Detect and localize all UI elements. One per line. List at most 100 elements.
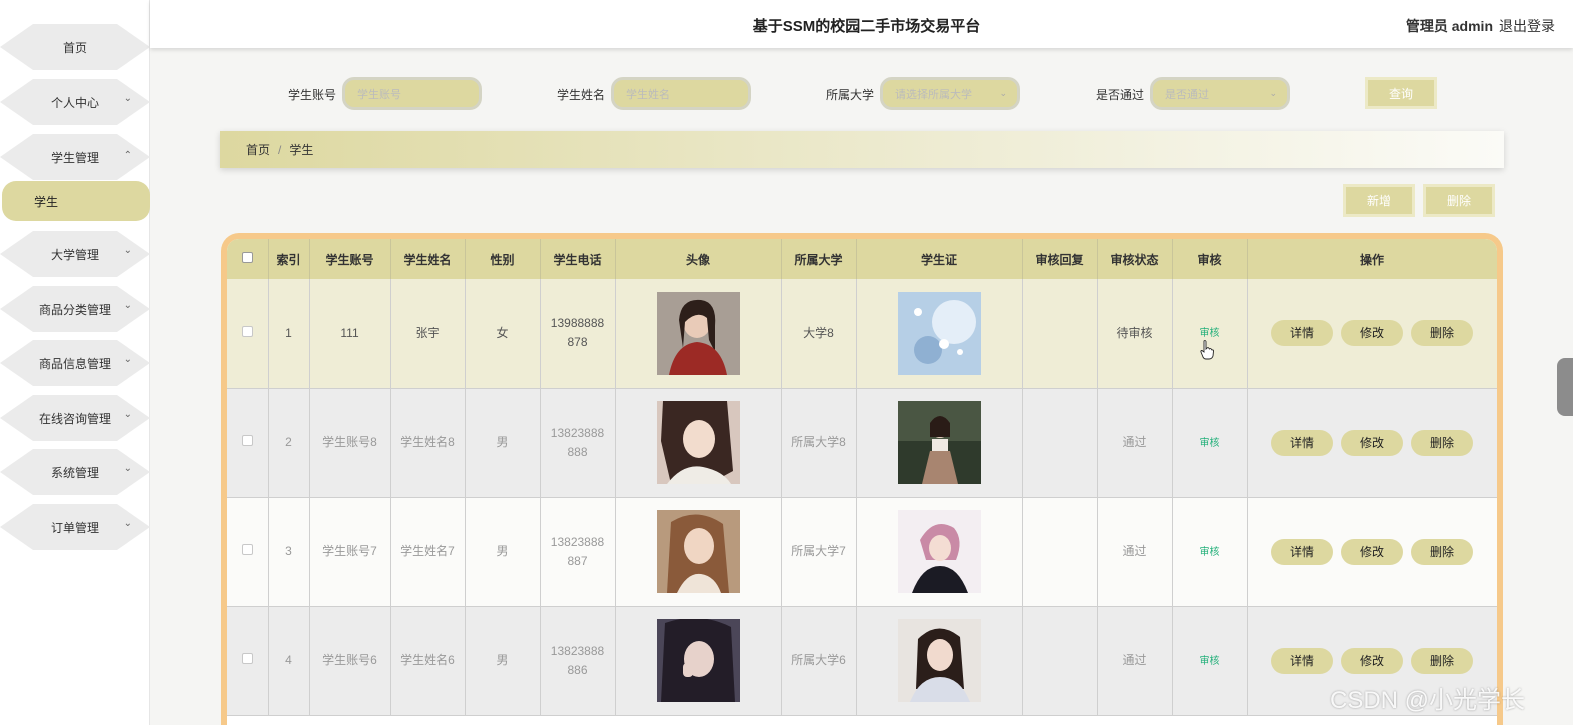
sidebar-item-label: 商品信息管理 [38,356,111,371]
audit-link[interactable]: 审核 [1200,328,1220,339]
column-header: 审核 [1172,239,1248,279]
university-label: 所属大学 [826,88,875,102]
table-row: 3 学生账号7 学生姓名7 男 13823888 887 所属大学7 通过 审核 … [227,497,1497,607]
cell-index: 3 [268,497,310,607]
delete-button[interactable]: 删除 [1411,647,1473,674]
select-all-checkbox[interactable] [241,252,253,263]
query-button[interactable]: 查询 [1365,77,1437,109]
cell-phone: 13823888 887 [540,497,616,607]
add-button[interactable]: 新增 [1343,184,1415,217]
sidebar-item-product-management[interactable]: 商品信息管理 ⌄ [0,340,150,386]
hand-cursor-icon [1200,340,1214,360]
breadcrumb-home[interactable]: 首页 [246,141,270,158]
edit-button[interactable]: 修改 [1341,320,1403,347]
cell-account: 学生账号6 [309,606,391,716]
phone-line: 13823888 [550,534,605,549]
table-row: 4 学生账号6 学生姓名6 男 13823888 886 所属大学6 通过 审核 … [227,606,1497,716]
phone-line: 13988888 [550,316,605,331]
audit-link[interactable]: 审核 [1200,547,1220,558]
cell-reply [1022,497,1098,607]
cell-name: 学生姓名6 [390,606,466,716]
passed-select[interactable]: 是否通过 ⌄ [1150,77,1290,110]
column-header: 学生姓名 [390,239,466,279]
sidebar-item-label: 学生管理 [50,150,99,165]
student-card-image [897,291,981,375]
detail-button[interactable]: 详情 [1271,647,1333,674]
sidebar-item-label: 首页 [62,40,87,55]
name-input[interactable]: 学生姓名 [611,77,751,110]
sidebar-subitem-student[interactable]: 学生 [2,181,150,221]
cell-account: 111 [309,279,391,389]
account-input[interactable]: 学生账号 [342,77,482,110]
cell-gender: 女 [465,279,541,389]
audit-link[interactable]: 审核 [1200,656,1220,667]
student-card-image [897,510,981,593]
app-title: 基于SSM的校园二手市场交易平台 [752,18,981,35]
page-scrollbar[interactable] [1557,358,1573,416]
sidebar-item-label: 订单管理 [50,520,99,535]
cell-reply [1022,606,1098,716]
university-select[interactable]: 请选择所属大学 ⌄ [880,77,1020,110]
sidebar-item-label: 在线咨询管理 [38,411,111,426]
cell-gender: 男 [465,388,541,498]
sidebar: 首页 个人中心 ⌄ 学生管理 ⌃ 学生 大学管理 ⌄ 商品分类管理 ⌄ 商品信息… [0,0,150,725]
table-header-row: 索引 学生账号 学生姓名 性别 学生电话 头像 所属大学 学生证 审核回复 审核… [227,239,1497,279]
detail-button[interactable]: 详情 [1271,429,1333,456]
delete-button[interactable]: 删除 [1411,538,1473,565]
row-checkbox[interactable] [241,544,253,555]
sidebar-item-system-management[interactable]: 系统管理 ⌄ [0,449,150,495]
detail-button[interactable]: 详情 [1271,320,1333,347]
phone-line: 878 [567,335,588,350]
avatar-image [656,401,740,484]
chevron-down-icon: ⌄ [123,93,132,104]
sidebar-item-category-management[interactable]: 商品分类管理 ⌄ [0,286,150,332]
column-header: 操作 [1247,239,1497,279]
university-select-placeholder: 请选择所属大学 [895,88,972,101]
sidebar-item-student-management[interactable]: 学生管理 ⌃ [0,134,150,180]
logout-link[interactable]: 退出登录 [1499,16,1555,36]
phone-line: 13823888 [550,643,605,658]
cell-index: 4 [268,606,310,716]
chevron-down-icon: ⌄ [999,88,1007,98]
avatar-image [656,510,740,593]
sidebar-item-label: 系统管理 [50,465,99,480]
student-table: 索引 学生账号 学生姓名 性别 学生电话 头像 所属大学 学生证 审核回复 审核… [221,233,1503,725]
sidebar-item-personal-center[interactable]: 个人中心 ⌄ [0,79,150,125]
breadcrumb: 首页 / 学生 [220,131,1504,168]
cell-status: 通过 [1097,497,1173,607]
edit-button[interactable]: 修改 [1341,429,1403,456]
watermark: CSDN @小光学长 [1330,687,1526,714]
passed-select-placeholder: 是否通过 [1165,88,1209,101]
row-checkbox[interactable] [241,653,253,664]
batch-delete-button[interactable]: 删除 [1423,184,1495,217]
cell-university: 所属大学8 [781,388,857,498]
sidebar-subitem-label: 学生 [34,194,59,209]
chevron-down-icon: ⌄ [1269,88,1277,98]
cell-name: 张宇 [390,279,466,389]
delete-button[interactable]: 删除 [1411,429,1473,456]
audit-link[interactable]: 审核 [1200,438,1220,449]
edit-button[interactable]: 修改 [1341,647,1403,674]
delete-button[interactable]: 删除 [1411,320,1473,347]
detail-button[interactable]: 详情 [1271,538,1333,565]
cell-status: 待审核 [1097,279,1173,389]
cell-phone: 13823888 886 [540,606,616,716]
column-header: 审核状态 [1097,239,1173,279]
table-row: 1 111 张宇 女 13988888 878 大学8 待审核 审核 详情 修改 删除 [227,279,1497,389]
row-checkbox[interactable] [241,325,253,337]
column-header: 学生电话 [540,239,616,279]
cell-university: 所属大学7 [781,497,857,607]
table-row: 2 学生账号8 学生姓名8 男 13823888 888 所属大学8 通过 审核 … [227,388,1497,498]
row-checkbox[interactable] [241,435,253,446]
column-header: 头像 [615,239,782,279]
edit-button[interactable]: 修改 [1341,538,1403,565]
sidebar-item-university-management[interactable]: 大学管理 ⌄ [0,231,150,277]
sidebar-item-order-management[interactable]: 订单管理 ⌄ [0,504,150,550]
sidebar-item-consult-management[interactable]: 在线咨询管理 ⌄ [0,395,150,441]
phone-line: 13823888 [550,425,605,440]
cell-status: 通过 [1097,606,1173,716]
phone-line: 886 [567,662,588,677]
chevron-down-icon: ⌄ [123,518,132,529]
chevron-up-icon: ⌃ [123,150,132,161]
sidebar-item-home[interactable]: 首页 [0,24,150,70]
